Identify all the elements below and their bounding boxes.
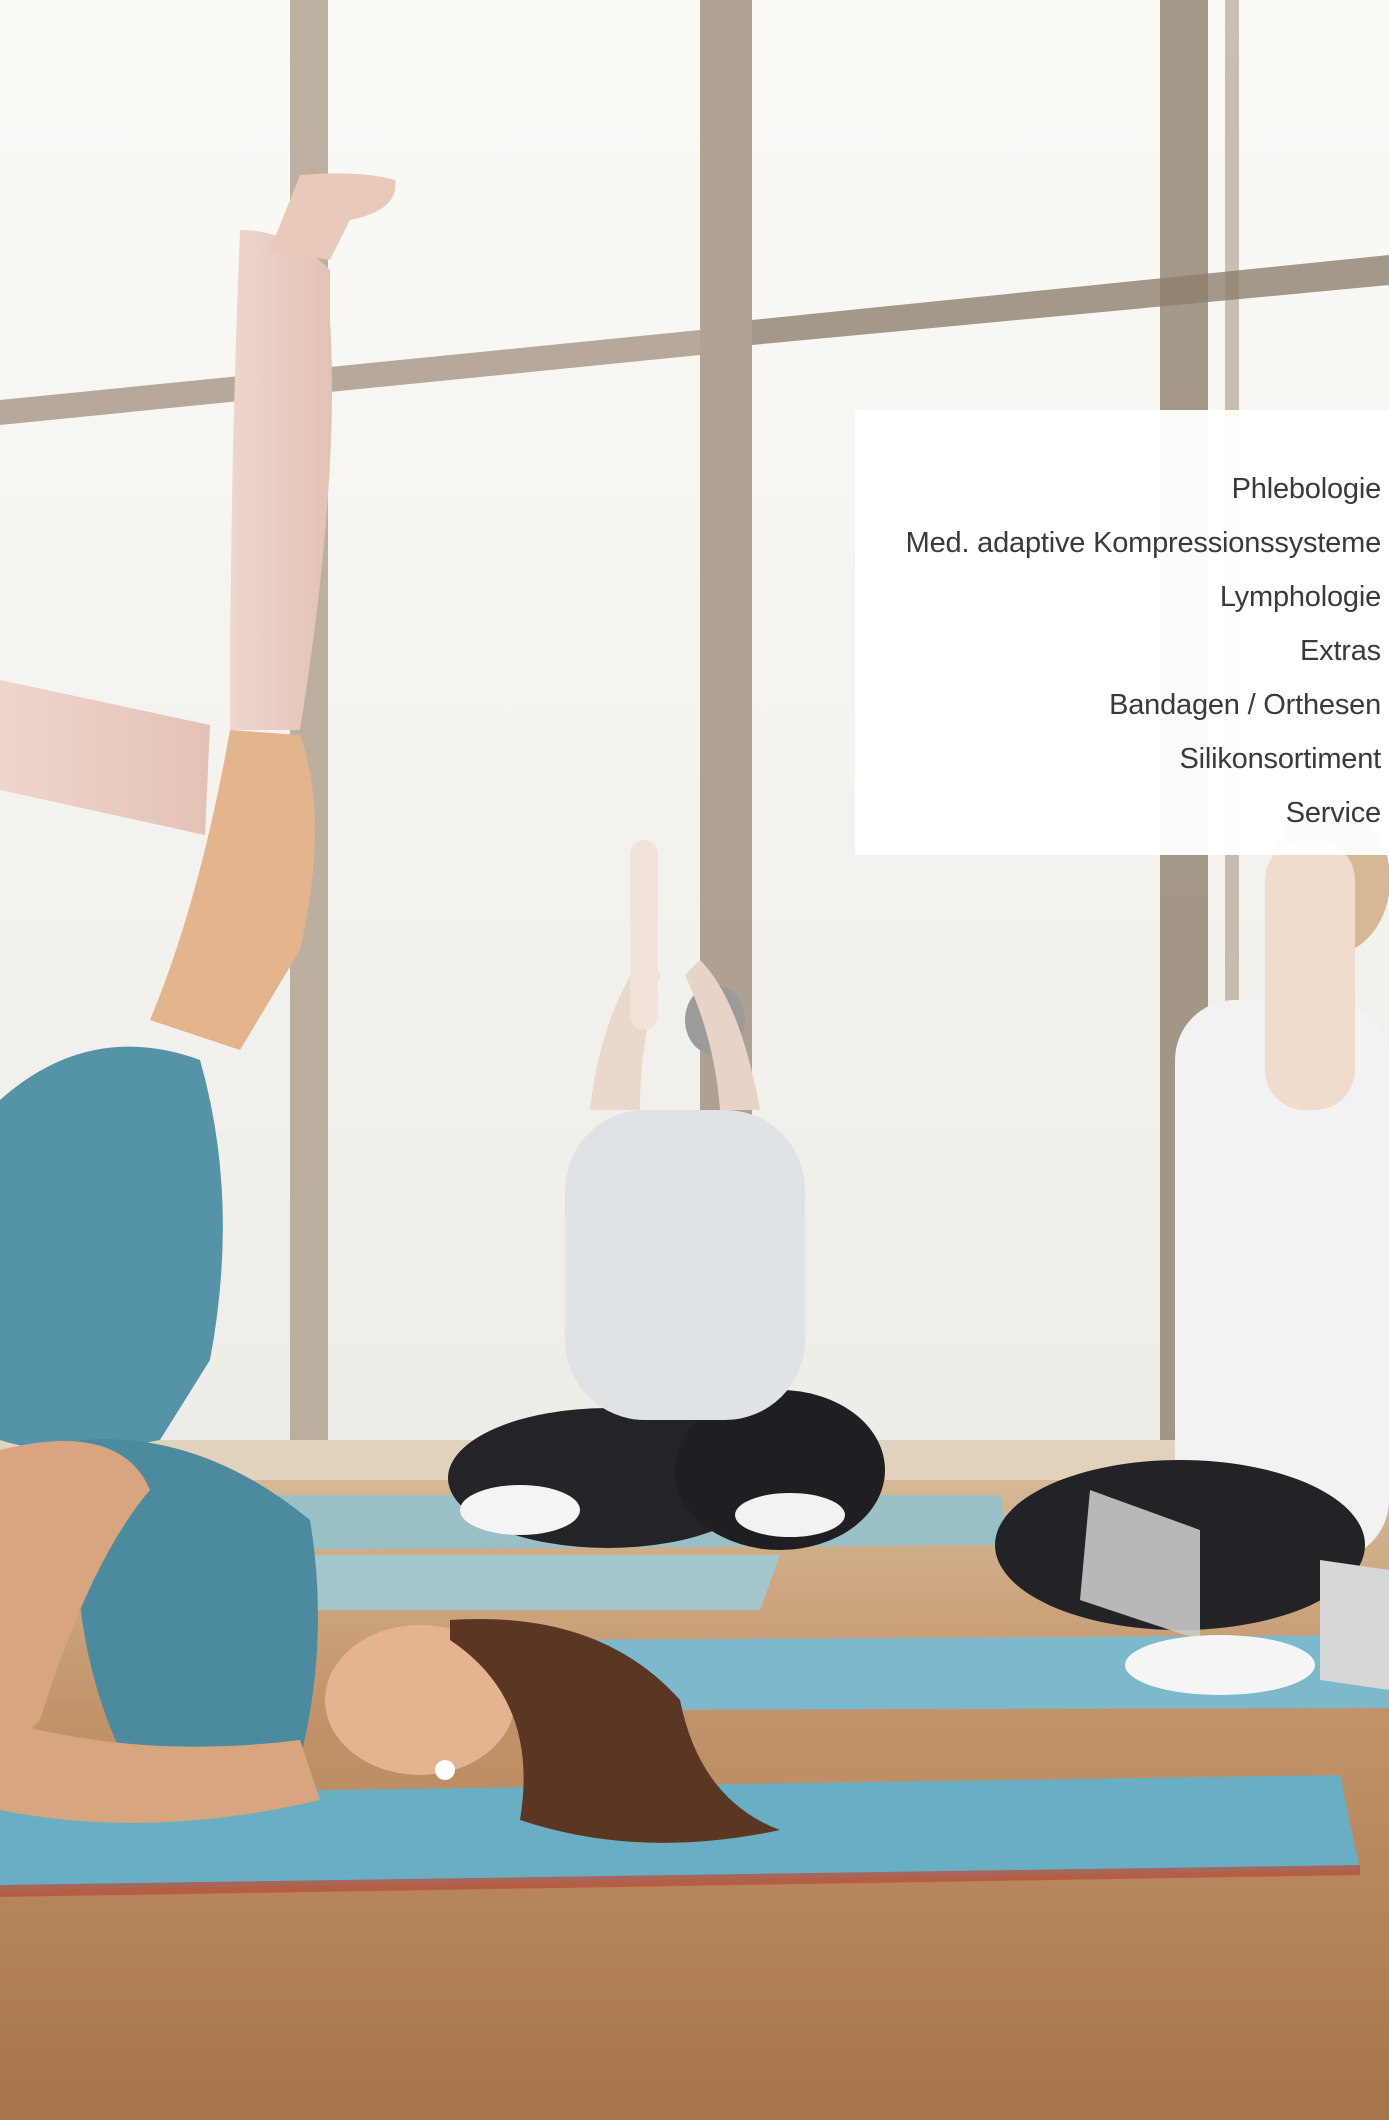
yoga-mat (290, 1555, 780, 1610)
nav-item-phlebologie[interactable]: Phlebologie (855, 462, 1382, 516)
category-navigation: Phlebologie Med. adaptive Kompressionssy… (855, 410, 1389, 855)
nav-item-bandagen-orthesen[interactable]: Bandagen / Orthesen (855, 678, 1381, 732)
nav-item-kompressionssysteme[interactable]: Med. adaptive Kompressionssysteme (855, 516, 1382, 570)
nav-item-silikonsortiment[interactable]: Silikonsortiment (855, 732, 1382, 786)
nav-item-service[interactable]: Service (855, 786, 1382, 840)
category-list: Phlebologie Med. adaptive Kompressionssy… (855, 462, 1382, 840)
brochure-page: Phlebologie Med. adaptive Kompressionssy… (0, 0, 1389, 2120)
yoga-class-photo (0, 0, 1389, 2120)
nav-item-extras[interactable]: Extras (855, 624, 1381, 678)
nav-item-lymphologie[interactable]: Lymphologie (855, 570, 1381, 624)
